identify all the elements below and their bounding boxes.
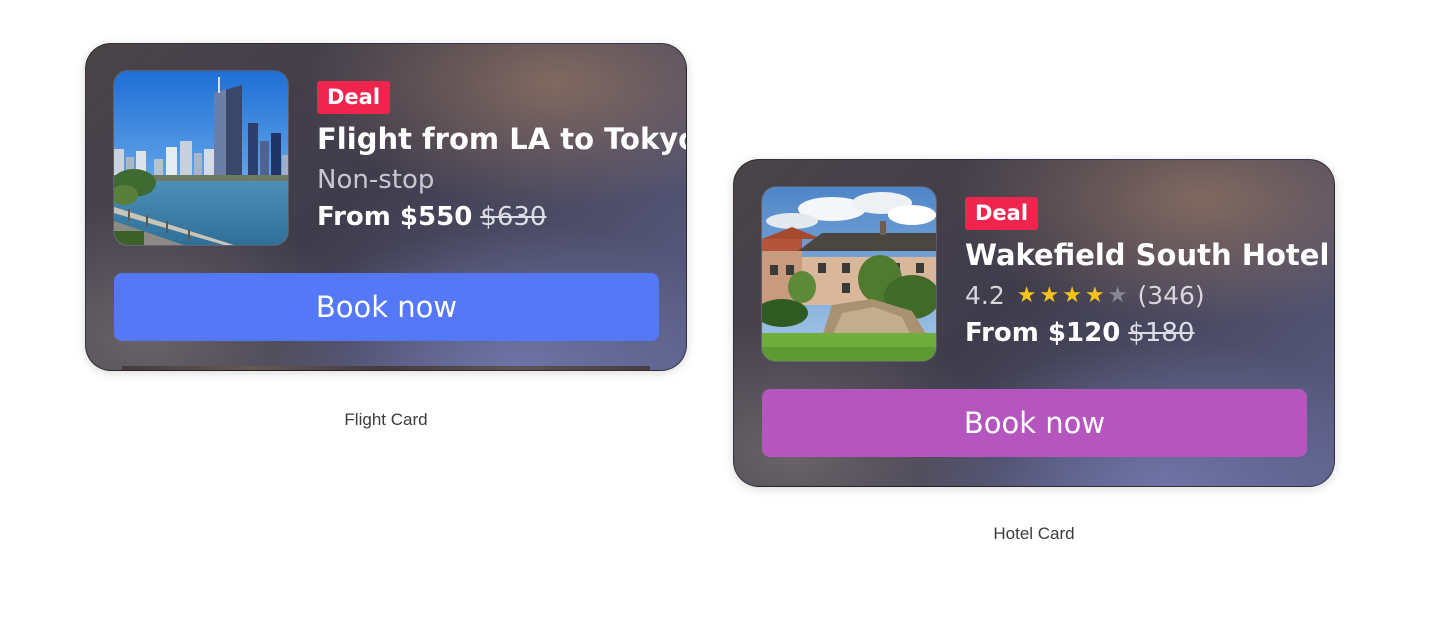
flight-info: Deal Flight from LA to Tokyo Non-stop Fr…	[317, 81, 687, 234]
rating-row: 4.2 ★ ★ ★ ★ ★ (346)	[965, 280, 1314, 312]
star-filled-icon: ★	[1084, 283, 1105, 308]
hotel-building-illustration	[762, 187, 936, 361]
hotel-card-caption: Hotel Card	[993, 524, 1075, 543]
hotel-card[interactable]: Deal Wakefield South Hotel 4.2 ★ ★ ★ ★ ★ (34…	[733, 159, 1335, 487]
price-row: From $550 $630	[317, 200, 666, 234]
book-now-button[interactable]: Book now	[762, 389, 1307, 457]
star-rating: ★ ★ ★ ★ ★	[1017, 280, 1128, 312]
review-count: (346)	[1137, 281, 1205, 310]
original-price: $630	[480, 202, 547, 232]
star-filled-icon: ★	[1062, 283, 1082, 308]
current-price: From $120	[965, 318, 1121, 348]
book-now-button[interactable]: Book now	[114, 273, 659, 341]
flight-card[interactable]: Deal Flight from LA to Tokyo Non-stop Fr…	[85, 43, 687, 371]
flight-card-caption: Flight Card	[344, 410, 428, 429]
flight-title: Flight from LA to Tokyo	[317, 122, 687, 156]
original-price: $180	[1128, 318, 1195, 348]
price-row: From $120 $180	[965, 316, 1314, 350]
deal-badge: Deal	[965, 197, 1039, 230]
canvas: Deal Flight from LA to Tokyo Non-stop Fr…	[0, 0, 1456, 620]
city-skyline-illustration	[114, 71, 288, 245]
rating-score: 4.2	[965, 281, 1005, 310]
hotel-building-image	[762, 187, 936, 361]
flight-subtitle: Non-stop	[317, 165, 435, 195]
star-filled-icon: ★	[1039, 283, 1060, 308]
current-price: From $550	[317, 202, 473, 232]
deal-badge: Deal	[317, 81, 391, 114]
star-filled-icon: ★	[1016, 283, 1037, 308]
city-skyline-image	[114, 71, 288, 245]
hotel-title: Wakefield South Hotel	[965, 238, 1330, 272]
star-empty-icon: ★	[1107, 283, 1128, 308]
hotel-info: Deal Wakefield South Hotel 4.2 ★ ★ ★ ★ ★ (34…	[965, 197, 1330, 350]
